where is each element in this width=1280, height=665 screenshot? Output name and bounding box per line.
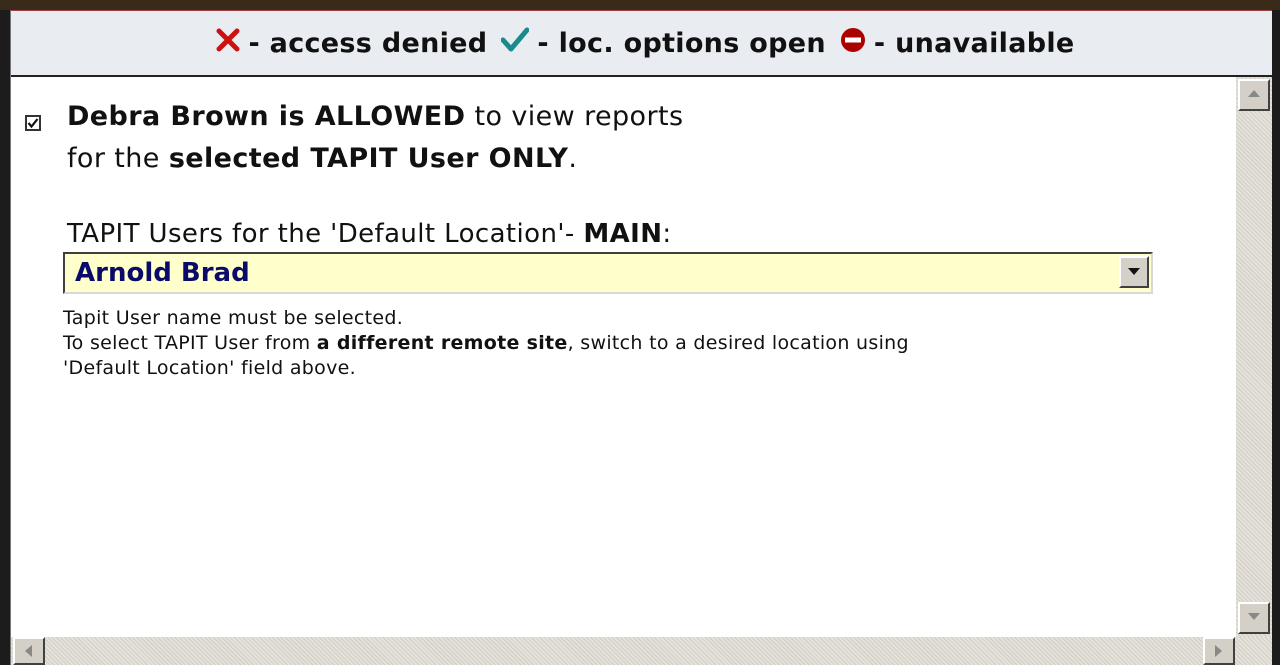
hint-line-2: To select TAPIT User from a different re… <box>63 331 909 356</box>
legend-denied-text: - access denied <box>248 27 488 59</box>
permission-line-1: Debra Brown is ALLOWED to view reports <box>67 101 683 132</box>
no-entry-icon <box>840 27 866 60</box>
top-frame-border <box>0 0 1280 11</box>
vertical-scrollbar[interactable] <box>1236 77 1272 637</box>
scroll-left-button[interactable] <box>13 637 45 665</box>
permission-line2-suffix: . <box>568 143 578 174</box>
location-name: MAIN <box>583 219 663 249</box>
permission-line2-bold: selected TAPIT User ONLY <box>168 143 569 174</box>
allow-reports-checkbox[interactable] <box>25 115 41 131</box>
legend-open-text: - loc. options open <box>537 27 826 59</box>
left-frame-border <box>0 10 11 665</box>
hint-line-3: 'Default Location' field above. <box>63 357 356 379</box>
tapit-user-select[interactable]: Arnold Brad <box>63 252 1153 294</box>
scroll-down-button[interactable] <box>1238 602 1270 634</box>
hint-line2-suffix: , switch to a desired location using <box>567 332 909 354</box>
permission-user-name: Debra Brown is ALLOWED <box>67 101 466 132</box>
location-label-prefix: TAPIT Users for the 'Default Location'- <box>67 219 584 249</box>
permission-line-2: for the selected TAPIT User ONLY. <box>67 143 577 174</box>
scroll-up-button[interactable] <box>1238 79 1270 111</box>
right-frame-border <box>1272 10 1280 665</box>
hint-line-1: Tapit User name must be selected. <box>63 307 404 329</box>
legend-unavailable-text: - unavailable <box>873 27 1075 59</box>
content-area: Debra Brown is ALLOWED to view reports f… <box>11 77 1235 637</box>
selected-user-value: Arnold Brad <box>75 258 250 288</box>
chevron-right-icon <box>1215 645 1222 657</box>
dropdown-arrow-button[interactable] <box>1119 256 1149 288</box>
chevron-down-icon <box>1128 268 1140 275</box>
report-permissions-panel: - access denied - loc. options open - un… <box>0 0 1280 665</box>
horizontal-scrollbar[interactable] <box>11 637 1272 665</box>
location-label-suffix: : <box>662 219 672 249</box>
chevron-left-icon <box>25 645 32 657</box>
permission-line1-rest: to view reports <box>465 101 684 132</box>
chevron-down-icon <box>1248 613 1260 620</box>
hint-line2-prefix: To select TAPIT User from <box>63 332 317 354</box>
chevron-up-icon <box>1248 90 1260 97</box>
x-icon <box>216 28 240 59</box>
location-users-label: TAPIT Users for the 'Default Location'- … <box>67 219 672 249</box>
permission-line2-prefix: for the <box>67 143 169 174</box>
hint-line2-bold: a different remote site <box>316 332 568 354</box>
select-hint: Tapit User name must be selected. To sel… <box>63 306 909 381</box>
scroll-right-button[interactable] <box>1203 637 1235 665</box>
legend-bar: - access denied - loc. options open - un… <box>11 11 1272 77</box>
checkmark-icon <box>500 27 530 60</box>
